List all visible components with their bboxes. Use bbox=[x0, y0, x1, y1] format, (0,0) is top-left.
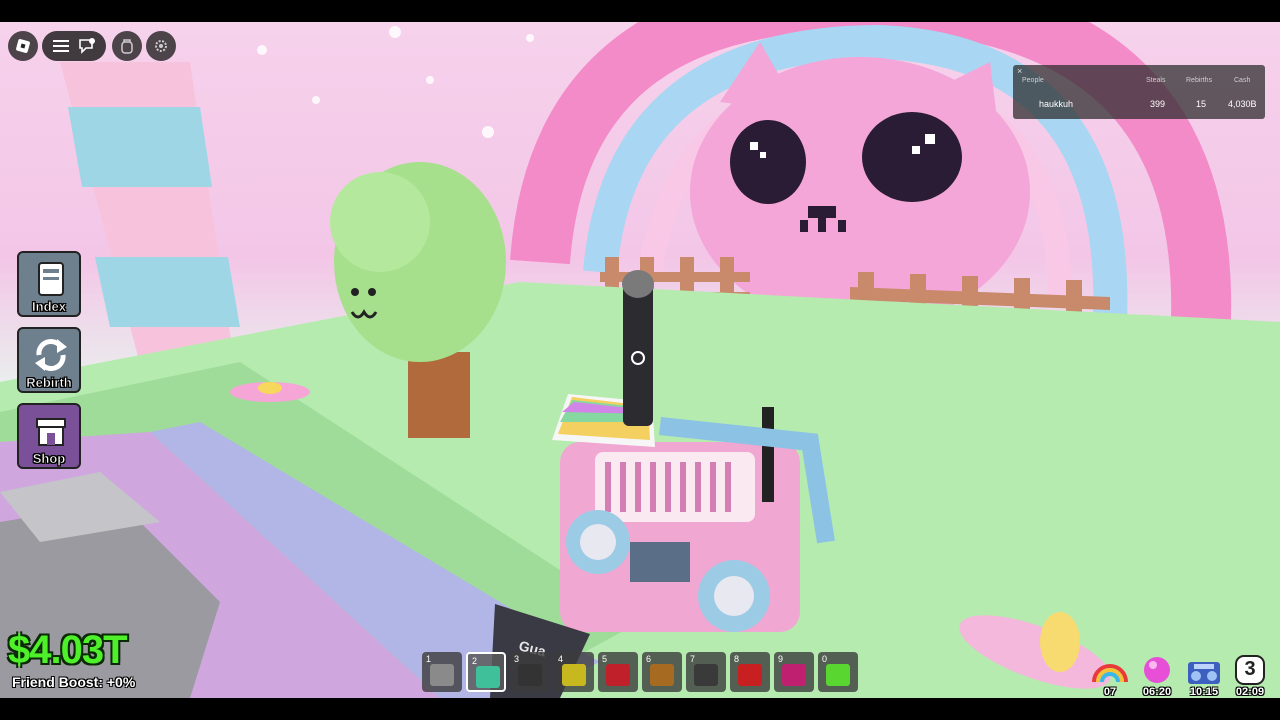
hotbar-slot-5[interactable]: 5 bbox=[598, 652, 638, 692]
leaderboard-player-name: haukkuh bbox=[1039, 99, 1074, 109]
book-icon bbox=[38, 262, 64, 296]
cat-right-eye bbox=[862, 112, 962, 202]
hotbar-slot-number: 2 bbox=[472, 656, 478, 666]
rainbow-carpet-icon bbox=[476, 666, 500, 688]
roblox-logo-button[interactable] bbox=[8, 31, 38, 61]
hotbar-slot-7[interactable]: 7 bbox=[686, 652, 726, 692]
leaderboard-cash-value: 4,030B bbox=[1228, 99, 1257, 109]
hotbar-slot-2[interactable]: 2 bbox=[466, 652, 506, 692]
leaderboard-steals-value: 399 bbox=[1150, 99, 1166, 109]
gadget-icon bbox=[518, 664, 542, 686]
pink-orb-icon bbox=[1144, 657, 1170, 683]
hotbar-slot-0[interactable]: 0 bbox=[818, 652, 858, 692]
hotbar-slot-number: 0 bbox=[822, 654, 828, 664]
hotbar: 1 2 3 4 5 6 7 8 9 0 bbox=[422, 652, 858, 696]
clock-event-timer[interactable]: 3 02:09 bbox=[1228, 650, 1272, 698]
boombox-timer-text: 10:15 bbox=[1189, 686, 1219, 698]
hotbar-slot-number: 7 bbox=[690, 654, 696, 664]
roblox-logo-icon bbox=[16, 39, 30, 53]
hamburger-menu-icon[interactable] bbox=[52, 39, 69, 53]
game-viewport[interactable]: Gua × People Steals Rebirths Cash haukku… bbox=[0, 22, 1280, 698]
leaderboard-header-steals: Steals bbox=[1146, 77, 1166, 84]
rainbow-timer-text: 07 bbox=[1103, 686, 1117, 698]
hotbar-slot-number: 3 bbox=[514, 654, 520, 664]
hotbar-slot-6[interactable]: 6 bbox=[642, 652, 682, 692]
friend-boost-text: Friend Boost: +0% bbox=[12, 674, 136, 690]
chat-icon[interactable] bbox=[78, 38, 96, 54]
leaderboard-close-icon[interactable]: × bbox=[1017, 66, 1022, 76]
clock-timer-text: 02:09 bbox=[1235, 686, 1265, 698]
hotbar-slot-number: 1 bbox=[426, 654, 432, 664]
hotbar-slot-4[interactable]: 4 bbox=[554, 652, 594, 692]
shop-button[interactable]: Shop bbox=[17, 403, 81, 469]
hotbar-slot-number: 5 bbox=[602, 654, 608, 664]
beehive-icon bbox=[650, 664, 674, 686]
leaderboard-header-cash: Cash bbox=[1234, 77, 1251, 84]
rainbow-event-timer[interactable]: 07 bbox=[1088, 650, 1132, 698]
pink-gadget-icon bbox=[782, 664, 806, 686]
refresh-icon bbox=[35, 339, 67, 371]
green-splat-icon bbox=[826, 664, 850, 686]
red-blaster-icon bbox=[738, 664, 762, 686]
leaderboard-header-rebirths: Rebirths bbox=[1186, 77, 1213, 84]
cash-display: $4.03T bbox=[8, 628, 128, 672]
hotbar-slot-1[interactable]: 1 bbox=[422, 652, 462, 692]
orb-timer-text: 06:20 bbox=[1142, 686, 1172, 698]
hotbar-slot-number: 8 bbox=[734, 654, 740, 664]
yellow-gadget-icon bbox=[562, 664, 586, 686]
menu-chat-pill[interactable] bbox=[42, 31, 106, 61]
sword-icon bbox=[430, 664, 454, 686]
dark-block-icon bbox=[694, 664, 718, 686]
rebirth-button[interactable]: Rebirth bbox=[17, 327, 81, 393]
leaderboard-header-people: People bbox=[1022, 77, 1044, 84]
player-leaderboard: × People Steals Rebirths Cash haukkuh 39… bbox=[1013, 65, 1265, 119]
cat-left-eye bbox=[730, 120, 806, 204]
clock-badge-number: 3 bbox=[1244, 658, 1256, 680]
hotbar-slot-3[interactable]: 3 bbox=[510, 652, 550, 692]
store-icon bbox=[36, 418, 66, 446]
hotbar-slot-9[interactable]: 9 bbox=[774, 652, 814, 692]
hotbar-slot-number: 9 bbox=[778, 654, 784, 664]
index-button[interactable]: Index bbox=[17, 251, 81, 317]
hotbar-slot-8[interactable]: 8 bbox=[730, 652, 770, 692]
orb-event-timer[interactable]: 06:20 bbox=[1135, 650, 1179, 698]
gear-icon bbox=[155, 40, 167, 52]
index-label: Index bbox=[32, 299, 66, 315]
backpack-button[interactable] bbox=[112, 31, 142, 61]
player-avatar bbox=[623, 284, 653, 426]
letterbox-top bbox=[0, 0, 1280, 22]
boombox-icon bbox=[1188, 662, 1220, 684]
boombox-event-timer[interactable]: 10:15 bbox=[1182, 650, 1226, 698]
red-cube-icon bbox=[606, 664, 630, 686]
settings-button[interactable] bbox=[146, 31, 176, 61]
tree-trunk bbox=[408, 352, 470, 438]
hotbar-slot-number: 6 bbox=[646, 654, 652, 664]
leaderboard-rebirths-value: 15 bbox=[1196, 99, 1207, 109]
backpack-icon bbox=[121, 39, 133, 54]
shop-label: Shop bbox=[32, 451, 66, 467]
letterbox-bottom bbox=[0, 698, 1280, 720]
game-world-scene: Gua bbox=[0, 22, 1280, 698]
hotbar-slot-number: 4 bbox=[558, 654, 564, 664]
rebirth-label: Rebirth bbox=[26, 375, 72, 391]
rainbow-icon bbox=[1092, 664, 1128, 683]
